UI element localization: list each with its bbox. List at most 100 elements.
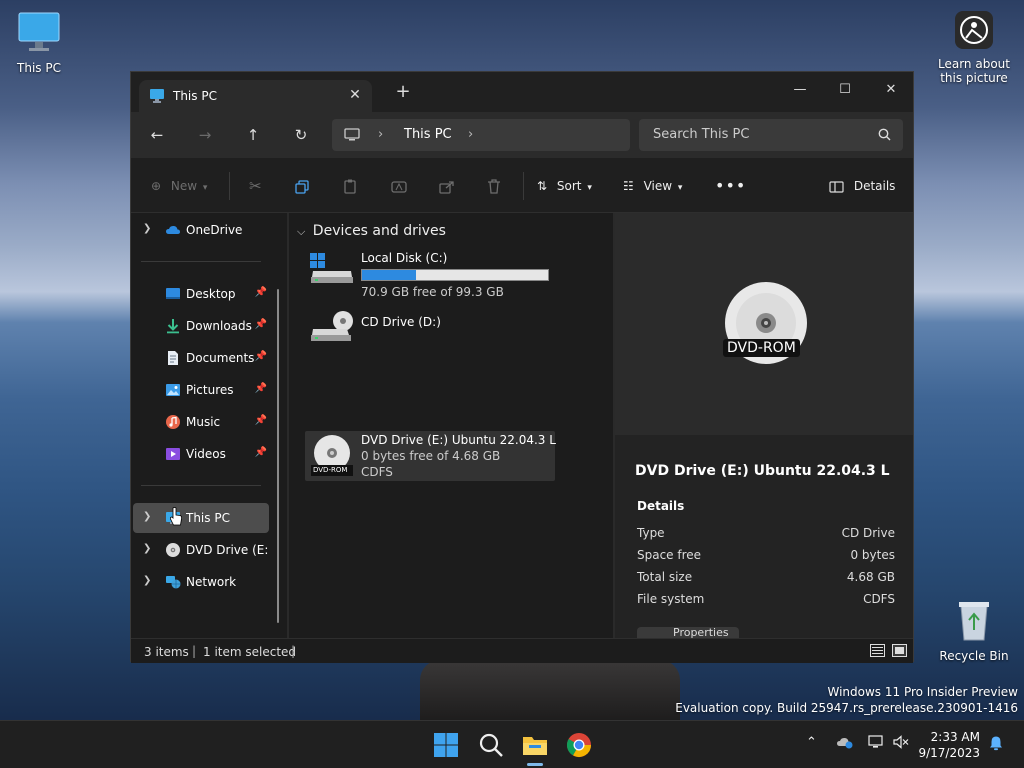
chevron-right-icon[interactable]: ›	[468, 127, 473, 142]
drive-item-cd-drive-d[interactable]: CD Drive (D:)	[305, 305, 555, 357]
sidebar-item-documents[interactable]: Documents 📌	[133, 343, 269, 373]
pin-icon[interactable]: 📌	[255, 287, 267, 298]
dvd-disc-icon	[309, 433, 355, 482]
chevron-right-icon[interactable]: ❯	[143, 543, 151, 554]
chevron-right-icon[interactable]: ›	[378, 127, 383, 142]
watermark-line-1: Windows 11 Pro Insider Preview	[827, 685, 1018, 699]
details-pane: DVD-ROM DVD Drive (E:) Ubuntu 22.04.3 L …	[615, 213, 913, 638]
pin-icon[interactable]: 📌	[255, 415, 267, 426]
sidebar-item-pictures[interactable]: Pictures 📌	[133, 375, 269, 405]
file-explorer-window: This PC ✕ + — ☐ ✕ ← → ↑ ↻ › This PC › Se…	[130, 71, 914, 663]
start-windows-icon[interactable]	[432, 731, 460, 759]
sidebar-scrollbar[interactable]	[277, 289, 279, 623]
drive-free-space: 70.9 GB free of 99.3 GB	[361, 285, 504, 299]
details-value: 4.68 GB	[846, 570, 895, 584]
toolbar-divider	[229, 172, 230, 200]
search-icon[interactable]	[477, 731, 505, 759]
system-clock[interactable]: 2:33 AM 9/17/2023	[918, 729, 980, 761]
forward-arrow-icon[interactable]: →	[192, 123, 218, 147]
sidebar-item-downloads[interactable]: Downloads 📌	[133, 311, 269, 341]
maximize-icon[interactable]: ☐	[828, 78, 862, 102]
camera-info-icon	[938, 10, 1010, 53]
share-icon[interactable]	[439, 174, 455, 198]
cloud-icon	[165, 222, 181, 241]
desktop-icon-recycle-bin[interactable]: Recycle Bin	[938, 598, 1010, 663]
search-box[interactable]: Search This PC	[639, 119, 903, 151]
cd-drive-icon	[309, 309, 355, 352]
sidebar-item-this-pc[interactable]: ❯ This PC	[133, 503, 269, 533]
title-bar: This PC ✕ + — ☐ ✕	[131, 72, 913, 112]
active-app-indicator	[527, 763, 543, 766]
tiles-view-icon[interactable]	[892, 644, 907, 660]
group-header-label: Devices and drives	[312, 223, 446, 239]
breadcrumb-this-pc[interactable]: This PC	[404, 127, 452, 142]
chevron-up-icon[interactable]: ⌃	[806, 735, 817, 750]
chrome-icon[interactable]	[565, 731, 593, 759]
chevron-right-icon[interactable]: ❯	[143, 511, 151, 522]
cut-icon[interactable]: ✂	[249, 174, 262, 198]
music-icon	[165, 414, 181, 433]
address-bar[interactable]: › This PC ›	[332, 119, 630, 151]
clock-date: 9/17/2023	[918, 746, 980, 760]
details-key: Space free	[637, 548, 702, 562]
group-header-devices[interactable]: ⌵ Devices and drives	[297, 223, 446, 239]
sidebar-divider	[141, 485, 261, 486]
sidebar-item-network[interactable]: ❯ Network	[133, 567, 269, 597]
new-tab-icon[interactable]: +	[393, 83, 413, 103]
close-tab-icon[interactable]: ✕	[346, 86, 364, 104]
volume-muted-icon[interactable]	[893, 735, 909, 753]
search-input[interactable]: Search This PC	[653, 127, 749, 142]
sidebar-item-label: OneDrive	[186, 223, 243, 237]
sidebar-item-music[interactable]: Music 📌	[133, 407, 269, 437]
properties-button[interactable]: Properties	[637, 627, 739, 638]
pin-icon[interactable]: 📌	[255, 447, 267, 458]
pin-icon[interactable]: 📌	[255, 319, 267, 330]
pin-icon[interactable]: 📌	[255, 351, 267, 362]
sort-button[interactable]: ⇅ Sort ▾	[537, 174, 592, 198]
sidebar-item-dvd-drive[interactable]: ❯ DVD Drive (E:) U	[133, 535, 269, 565]
sidebar-item-desktop[interactable]: Desktop 📌	[133, 279, 269, 309]
taskbar: ⌃ 2:33 AM 9/17/2023	[0, 720, 1024, 768]
paste-icon[interactable]	[343, 174, 357, 198]
details-title: DVD Drive (E:) Ubuntu 22.04.3 L	[635, 463, 890, 479]
notification-bell-icon[interactable]	[988, 735, 1004, 755]
tab-this-pc[interactable]: This PC ✕	[139, 80, 372, 112]
view-list-icon: ☷	[623, 179, 634, 193]
new-button[interactable]: ⊕ New ▾	[151, 174, 207, 198]
drive-item-local-disk-c[interactable]: Local Disk (C:) 70.9 GB free of 99.3 GB	[305, 247, 555, 299]
sidebar-item-onedrive[interactable]: ❯ OneDrive	[133, 215, 269, 245]
drive-usage-bar	[361, 269, 549, 281]
copy-icon[interactable]	[295, 174, 309, 198]
file-list-pane: ⌵ Devices and drives Local Disk (C:) 70.…	[289, 213, 613, 638]
desktop-icon-learn-about-picture[interactable]: Learn about this picture	[938, 10, 1010, 85]
network-monitor-icon[interactable]	[868, 735, 884, 753]
up-arrow-icon[interactable]: ↑	[240, 123, 266, 147]
download-arrow-icon	[165, 318, 181, 337]
drive-item-dvd-drive-e[interactable]: DVD-ROM DVD Drive (E:) Ubuntu 22.04.3 L …	[305, 431, 556, 482]
details-value: CD Drive	[841, 526, 895, 540]
mouse-pointer-icon	[169, 507, 183, 530]
onedrive-sync-icon[interactable]	[836, 735, 854, 753]
more-options-icon[interactable]: •••	[715, 174, 746, 198]
refresh-icon[interactable]: ↻	[288, 123, 314, 147]
back-arrow-icon[interactable]: ←	[144, 123, 170, 147]
details-pane-button[interactable]: Details	[829, 174, 895, 198]
status-divider: |	[192, 644, 197, 658]
sort-button-label: Sort	[556, 179, 582, 193]
drive-name: DVD Drive (E:) Ubuntu 22.04.3 L	[361, 433, 556, 447]
chevron-right-icon[interactable]: ❯	[143, 223, 151, 234]
minimize-icon[interactable]: —	[783, 78, 817, 102]
drive-file-system: CDFS	[361, 465, 393, 479]
details-row-space-free: Space free 0 bytes	[637, 548, 895, 566]
file-explorer-icon[interactable]	[521, 731, 549, 759]
chevron-right-icon[interactable]: ❯	[143, 575, 151, 586]
close-window-icon[interactable]: ✕	[874, 78, 908, 102]
chevron-down-icon: ▾	[202, 183, 208, 193]
rename-icon[interactable]	[391, 174, 407, 198]
desktop-icon-this-pc[interactable]: This PC	[3, 10, 75, 75]
details-view-icon[interactable]	[870, 644, 885, 660]
pin-icon[interactable]: 📌	[255, 383, 267, 394]
sidebar-item-videos[interactable]: Videos 📌	[133, 439, 269, 469]
delete-icon[interactable]	[487, 174, 501, 198]
view-button[interactable]: ☷ View ▾	[623, 174, 682, 198]
